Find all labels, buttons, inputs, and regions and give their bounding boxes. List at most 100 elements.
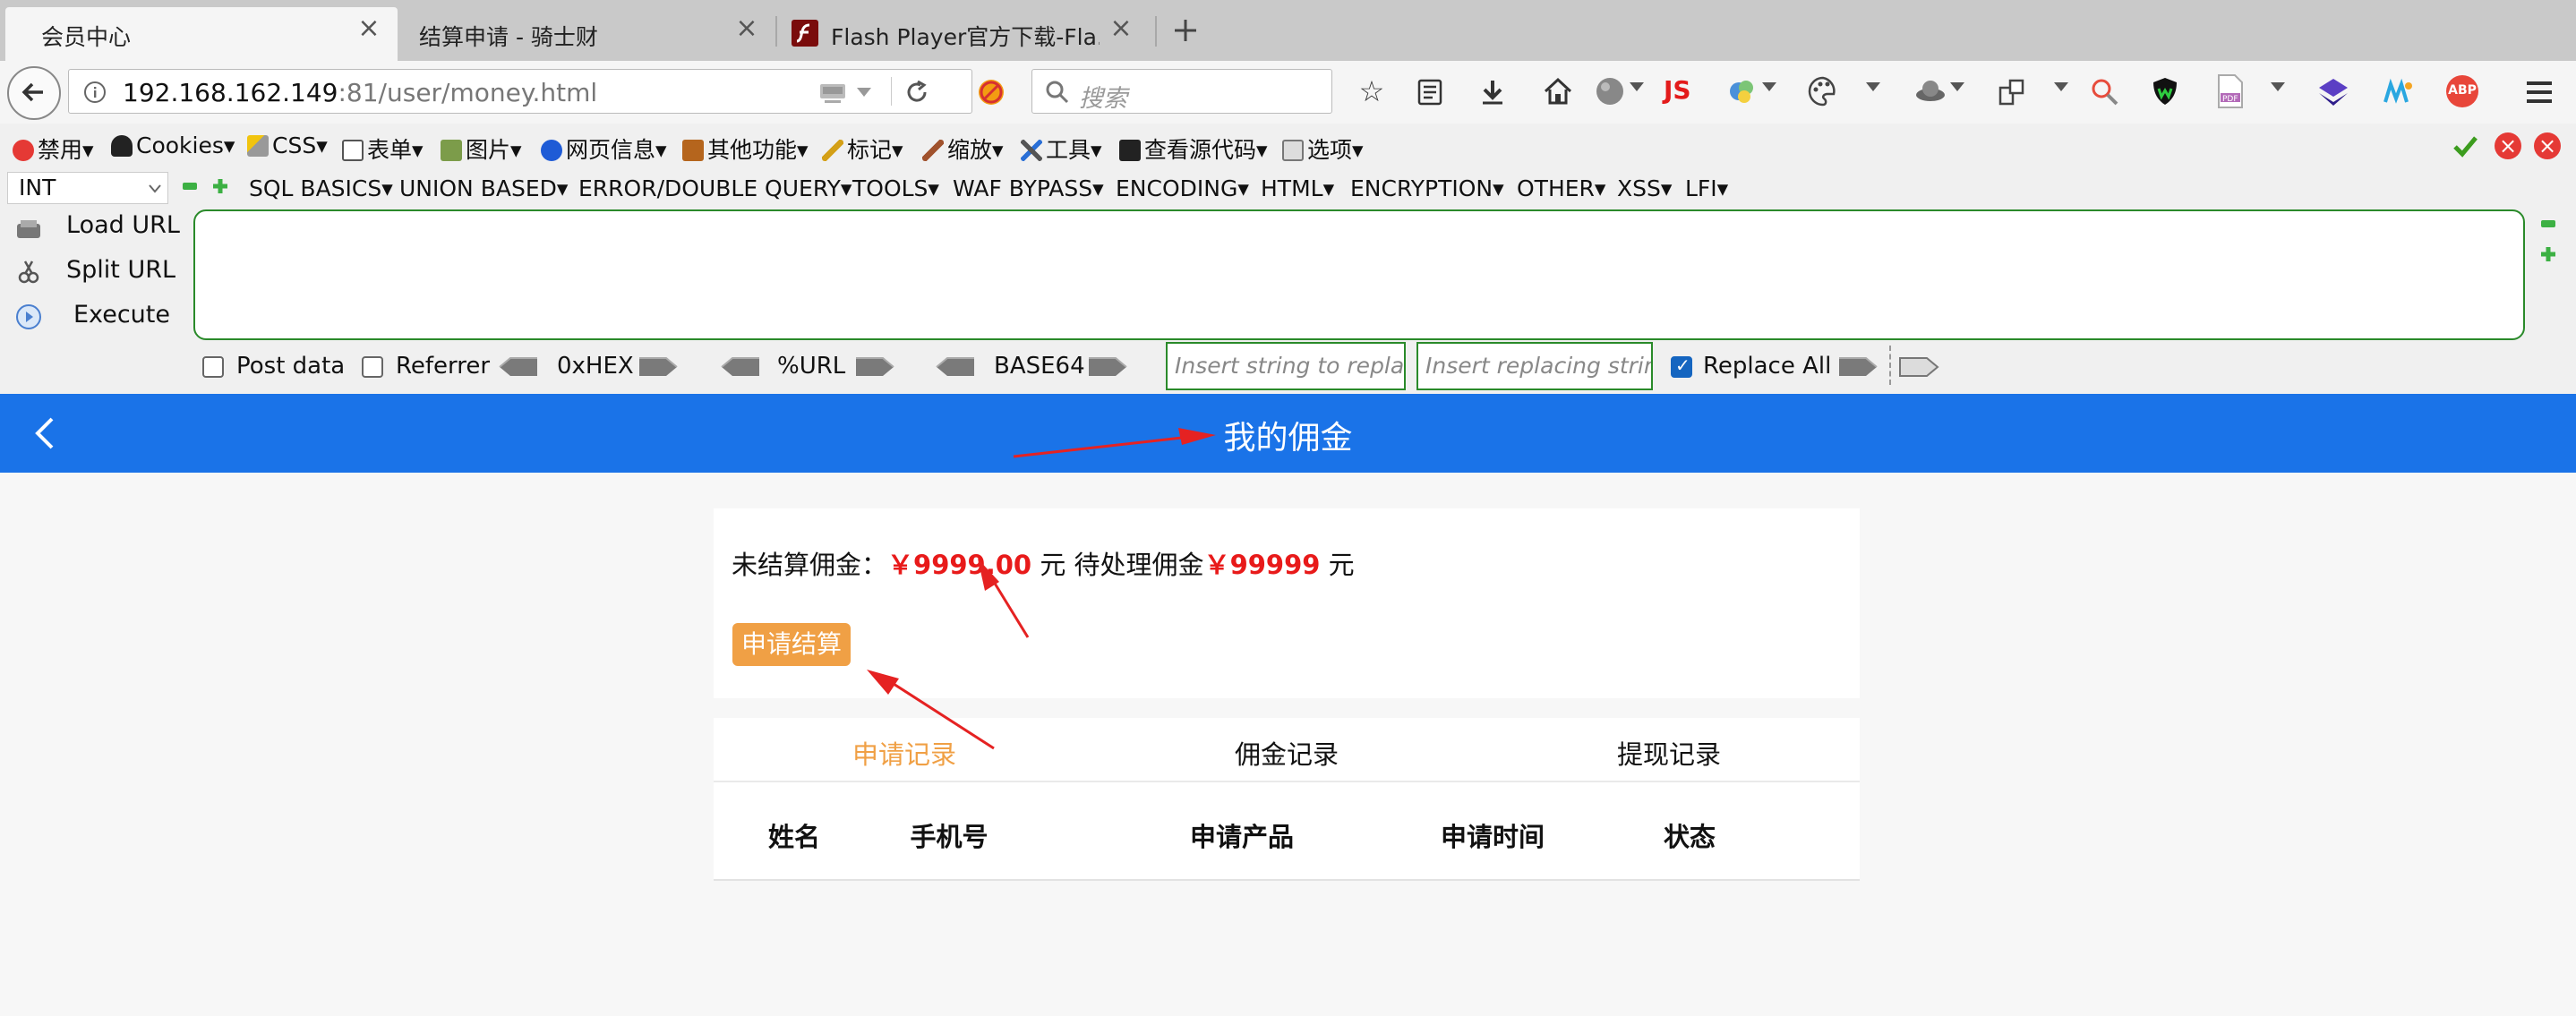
hat-icon[interactable] <box>1914 75 1947 107</box>
menu-encryption[interactable]: ENCRYPTION▾ <box>1350 175 1504 201</box>
post-data-checkbox[interactable] <box>202 356 224 378</box>
menu-xss[interactable]: XSS▾ <box>1617 175 1672 201</box>
back-button[interactable] <box>7 66 61 120</box>
globe-icon[interactable] <box>1594 75 1626 107</box>
browser-tab[interactable]: Flash Player官方下载-Fla... × <box>779 7 1155 61</box>
replace-right-arrow-icon[interactable] <box>1837 354 1879 380</box>
menu-encoding[interactable]: ENCODING▾ <box>1116 175 1249 201</box>
share-icon[interactable] <box>1997 77 2027 107</box>
split-url-button[interactable]: Split URL <box>66 256 175 284</box>
star-icon[interactable]: ☆ <box>1354 73 1390 109</box>
adblock-icon[interactable]: ABP <box>2446 75 2478 107</box>
palette-icon[interactable] <box>1807 75 1839 107</box>
encode-base64-arrow-icon[interactable] <box>1087 354 1128 380</box>
chevron-down-icon[interactable] <box>857 88 871 97</box>
menu-lfi[interactable]: LFI▾ <box>1685 175 1728 201</box>
tab-withdraw-records[interactable]: 提现记录 <box>1478 734 1860 772</box>
chevron-down-icon[interactable] <box>2054 82 2068 91</box>
menu-waf-bypass[interactable]: WAF BYPASS▾ <box>953 175 1104 201</box>
plus-icon[interactable] <box>211 177 229 195</box>
referrer-label: Referrer <box>396 353 491 380</box>
error-icon[interactable]: × <box>2495 132 2521 159</box>
plus-icon[interactable] <box>1171 16 1200 45</box>
menu-html[interactable]: HTML▾ <box>1261 175 1334 201</box>
chevron-down-icon[interactable] <box>2271 82 2285 91</box>
menu-disable[interactable]: 禁用▾ <box>13 132 94 165</box>
noscript-icon[interactable] <box>976 77 1006 107</box>
wappalyzer-icon[interactable] <box>2382 77 2414 107</box>
search-bar[interactable]: 搜索 <box>1031 69 1332 114</box>
flash-icon <box>792 20 818 47</box>
execute-button[interactable]: Execute <box>73 301 170 329</box>
type-select[interactable]: INT <box>7 172 168 204</box>
shield-icon[interactable] <box>2149 75 2181 107</box>
menu-misc[interactable]: 其他功能▾ <box>682 132 809 165</box>
close-icon[interactable]: × <box>734 15 759 42</box>
misc-icon <box>682 140 704 161</box>
close-icon[interactable]: × <box>356 15 381 42</box>
home-icon[interactable] <box>1542 75 1574 107</box>
menu-other[interactable]: OTHER▾ <box>1517 175 1605 201</box>
decode-base64-arrow-icon[interactable] <box>935 354 976 380</box>
load-url-button[interactable]: Load URL <box>66 211 180 239</box>
reading-list-icon[interactable] <box>1415 77 1445 107</box>
encode-url-arrow-icon[interactable] <box>854 354 895 380</box>
chevron-down-icon[interactable] <box>1866 82 1880 91</box>
tab-title: 结算申请 - 骑士财 <box>419 24 598 50</box>
menu-tools[interactable]: TOOLS▾ <box>852 175 939 201</box>
url-bar[interactable]: 192.168.162.149:81/user/money.html <box>68 69 972 114</box>
encode-hex-arrow-icon[interactable] <box>638 354 679 380</box>
browser-tab[interactable]: 结算申请 - 骑士财 × <box>398 7 774 61</box>
page-header: 我的佣金 <box>0 394 2576 473</box>
tab-commission-records[interactable]: 佣金记录 <box>1096 734 1477 772</box>
menu-error-double-query[interactable]: ERROR/DOUBLE QUERY▾ <box>578 175 852 201</box>
reload-icon[interactable] <box>903 79 930 106</box>
url-textarea[interactable] <box>193 209 2525 340</box>
hamburger-menu-icon[interactable] <box>2523 77 2555 107</box>
url-text[interactable]: 192.168.162.149:81/user/money.html <box>123 78 597 107</box>
replacing-string-input[interactable]: Insert replacing string <box>1416 342 1653 390</box>
replace-left-arrow-icon[interactable] <box>1898 354 1939 380</box>
chevron-down-icon[interactable] <box>1950 82 1964 91</box>
browser-tab-active[interactable]: 会员中心 × <box>5 7 398 61</box>
decode-hex-arrow-icon[interactable] <box>498 354 539 380</box>
network-icon[interactable] <box>817 79 848 106</box>
download-icon[interactable] <box>1477 77 1508 107</box>
minus-icon[interactable] <box>183 183 197 190</box>
commission-summary-card: 未结算佣金：￥9999.00 元 待处理佣金￥99999 元 申请结算 <box>714 508 1860 698</box>
menu-resize[interactable]: 缩放▾ <box>922 132 1004 165</box>
chevron-down-icon[interactable] <box>1762 82 1776 91</box>
check-icon[interactable] <box>2452 132 2478 159</box>
decode-url-arrow-icon[interactable] <box>720 354 761 380</box>
menu-view-source[interactable]: 查看源代码▾ <box>1119 132 1268 165</box>
plus-icon[interactable] <box>2539 245 2557 263</box>
replace-all-checkbox[interactable] <box>1671 354 1692 378</box>
pdf-icon[interactable]: PDF <box>2215 73 2246 109</box>
replace-string-input[interactable]: Insert string to replace <box>1166 342 1406 390</box>
close-icon[interactable]: × <box>1108 15 1134 42</box>
menu-sql-basics[interactable]: SQL BASICS▾ <box>249 175 393 201</box>
chevron-down-icon[interactable] <box>1630 82 1644 91</box>
tab-apply-records[interactable]: 申请记录 <box>714 734 1095 772</box>
nav-bar: 192.168.162.149:81/user/money.html 搜索 ☆ <box>0 61 2576 124</box>
menu-page-info[interactable]: 网页信息▾ <box>541 132 667 165</box>
svg-text:PDF: PDF <box>2222 95 2238 104</box>
js-toggle-icon[interactable]: JS <box>1664 75 1691 105</box>
inspect-icon[interactable] <box>2090 77 2120 107</box>
menu-outline[interactable]: 标记▾ <box>822 132 903 165</box>
close-icon[interactable]: × <box>2534 132 2561 159</box>
layers-icon[interactable] <box>2317 77 2349 107</box>
minus-icon[interactable] <box>2541 220 2555 227</box>
unsettled-label: 未结算佣金： <box>732 550 888 580</box>
menu-options[interactable]: 选项▾ <box>1282 132 1364 165</box>
proxy-icon[interactable] <box>1726 75 1759 107</box>
apply-settlement-button[interactable]: 申请结算 <box>732 623 851 666</box>
menu-cookies[interactable]: Cookies▾ <box>111 132 235 158</box>
menu-css[interactable]: CSS▾ <box>247 132 328 158</box>
menu-tools[interactable]: 工具▾ <box>1021 132 1102 165</box>
referrer-checkbox[interactable] <box>362 356 383 378</box>
info-icon[interactable] <box>83 81 107 104</box>
menu-forms[interactable]: 表单▾ <box>342 132 424 165</box>
menu-union-based[interactable]: UNION BASED▾ <box>399 175 568 201</box>
menu-images[interactable]: 图片▾ <box>441 132 522 165</box>
